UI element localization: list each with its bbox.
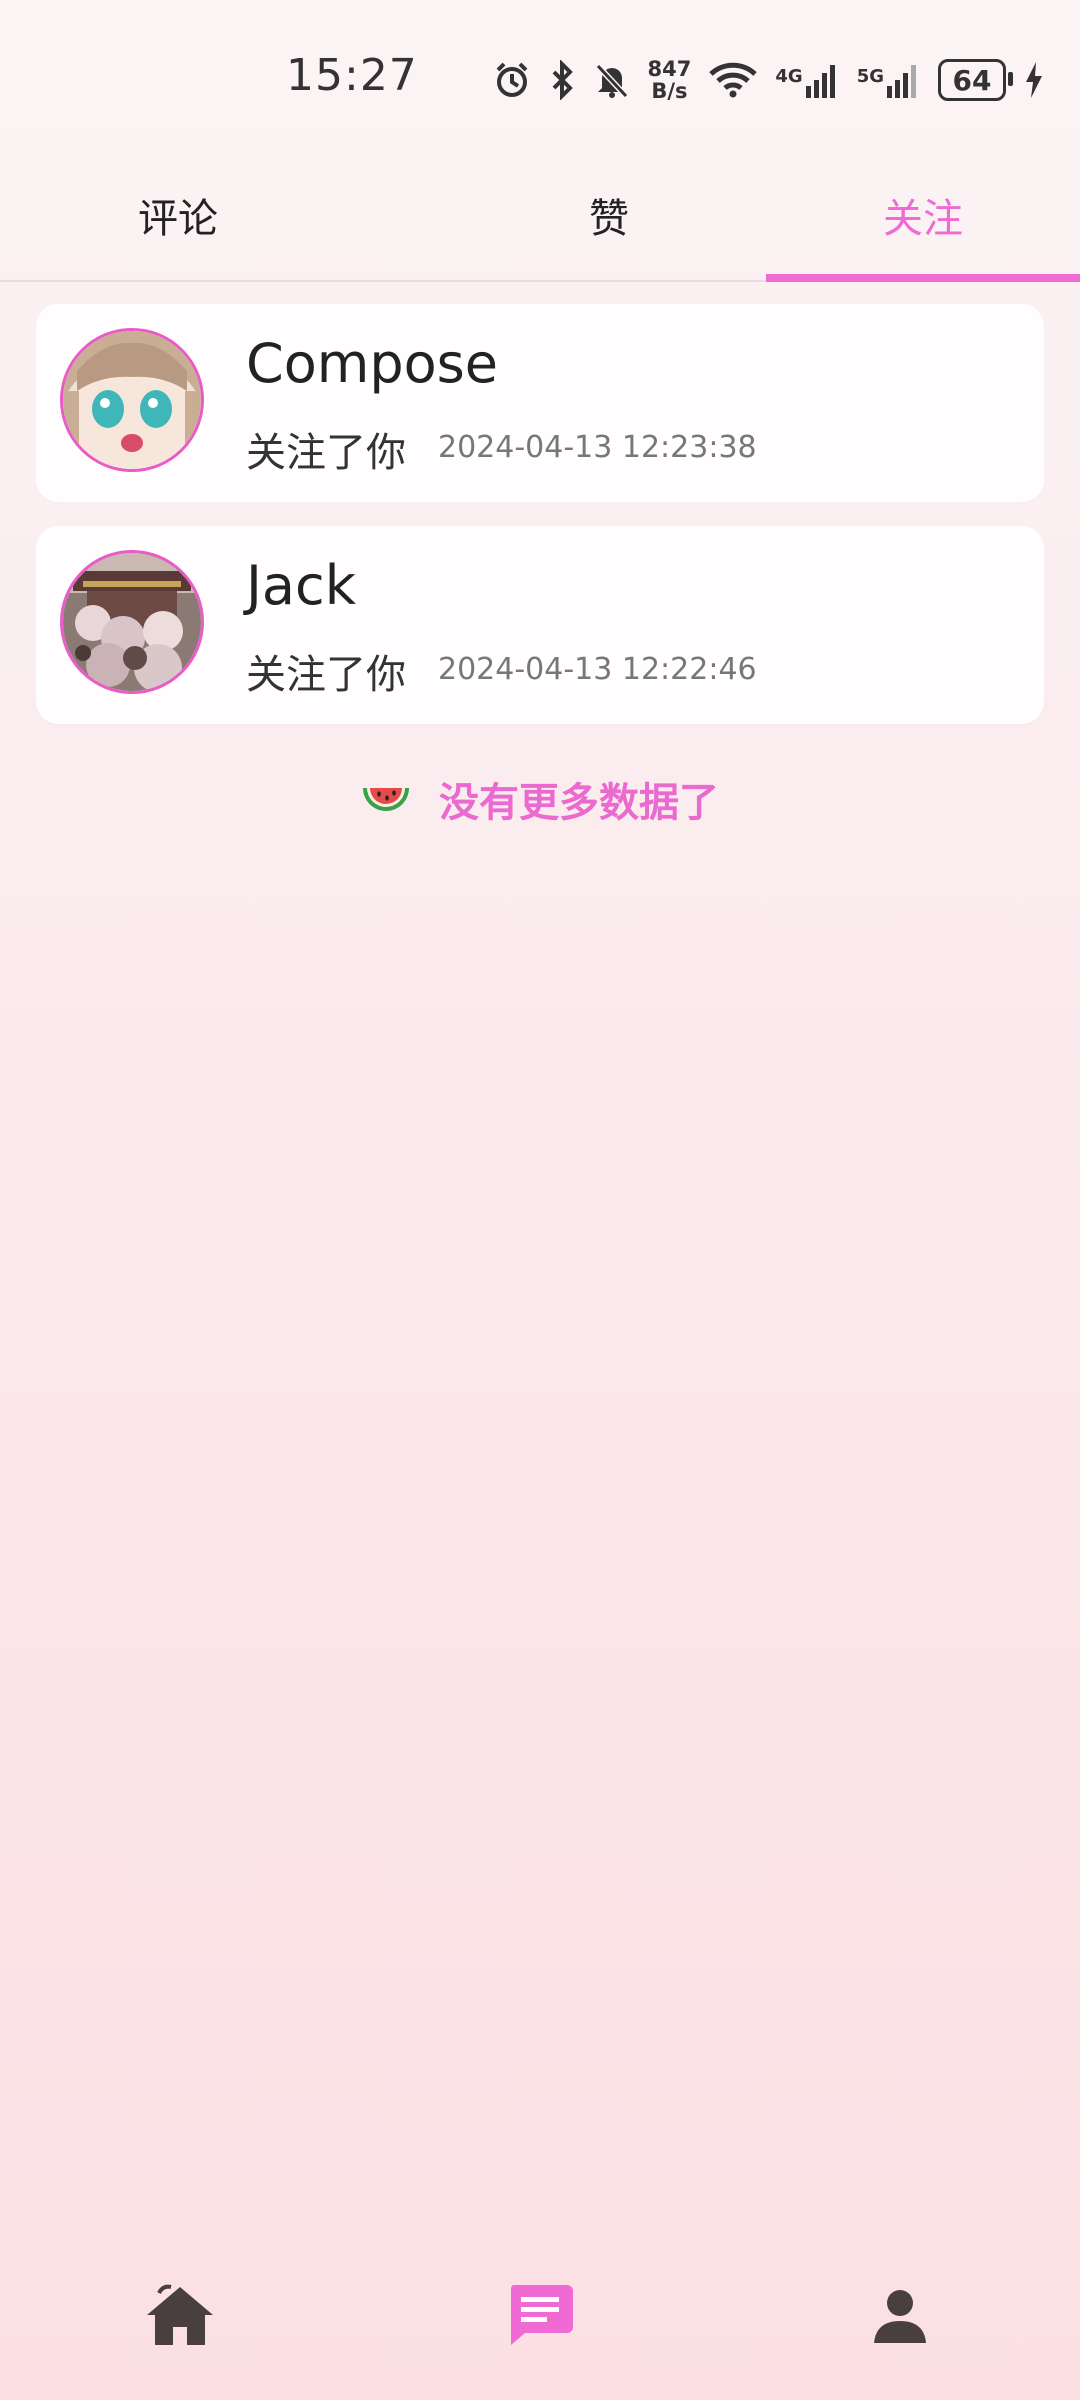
tab-label: 赞 (589, 196, 629, 242)
anime-girl-avatar-icon (63, 331, 201, 469)
status-bar: 15:27 847 B/s 4G 5G 64 (0, 0, 1080, 150)
blossom-building-avatar-icon (63, 553, 201, 691)
signal-bars-icon (887, 65, 916, 98)
alarm-icon (492, 60, 532, 100)
wifi-icon (709, 62, 758, 98)
speed-unit: B/s (651, 79, 688, 103)
charging-icon (1024, 62, 1044, 98)
net-type-2: 5G (856, 66, 884, 87)
battery-level: 64 (952, 63, 992, 97)
tab-comments[interactable]: 评论 (0, 150, 452, 280)
net-type-1: 4G (775, 66, 803, 87)
signal-4g: 4G (775, 62, 838, 98)
follow-time: 2024-04-13 12:22:46 (438, 652, 757, 687)
message-icon (510, 2285, 573, 2345)
nav-messages[interactable] (480, 2265, 600, 2365)
speed-value: 847 (647, 57, 692, 81)
status-icons: 847 B/s 4G 5G 64 (492, 50, 1044, 110)
tab-active-indicator (766, 274, 1080, 282)
follow-time: 2024-04-13 12:23:38 (438, 430, 757, 465)
signal-5g: 5G (857, 62, 920, 98)
nav-home[interactable] (120, 2265, 240, 2365)
tab-follows[interactable]: 关注 (766, 150, 1080, 282)
home-icon (147, 2284, 213, 2345)
status-time: 15:27 (286, 50, 418, 101)
no-more-data-text: 没有更多数据了 (438, 780, 719, 826)
follow-action: 关注了你 (246, 652, 406, 698)
follow-action: 关注了你 (246, 430, 406, 476)
network-speed: 847 B/s (648, 58, 692, 102)
nav-profile[interactable] (840, 2265, 960, 2365)
tab-likes[interactable]: 赞 (452, 150, 766, 280)
follower-name[interactable]: Compose (246, 332, 498, 395)
follower-name[interactable]: Jack (246, 554, 356, 617)
avatar[interactable] (60, 550, 204, 694)
battery-indicator: 64 (938, 59, 1013, 101)
tab-bar: 评论 赞 关注 (0, 150, 1080, 282)
bluetooth-icon (550, 60, 576, 100)
no-more-data-message: 没有更多数据了 (0, 770, 1080, 828)
list-item[interactable]: Jack 关注了你 2024-04-13 12:22:46 (36, 526, 1044, 724)
bottom-navigation (0, 2260, 1080, 2370)
profile-icon (874, 2290, 926, 2343)
signal-bars-icon (805, 65, 835, 98)
tab-label: 评论 (138, 196, 218, 242)
tab-label: 关注 (883, 196, 963, 242)
follow-list: Compose 关注了你 2024-04-13 12:23:38 Jack 关注… (36, 304, 1044, 748)
list-item[interactable]: Compose 关注了你 2024-04-13 12:23:38 (36, 304, 1044, 502)
mute-bell-icon (594, 60, 630, 100)
watermelon-icon (361, 782, 411, 828)
avatar[interactable] (60, 328, 204, 472)
